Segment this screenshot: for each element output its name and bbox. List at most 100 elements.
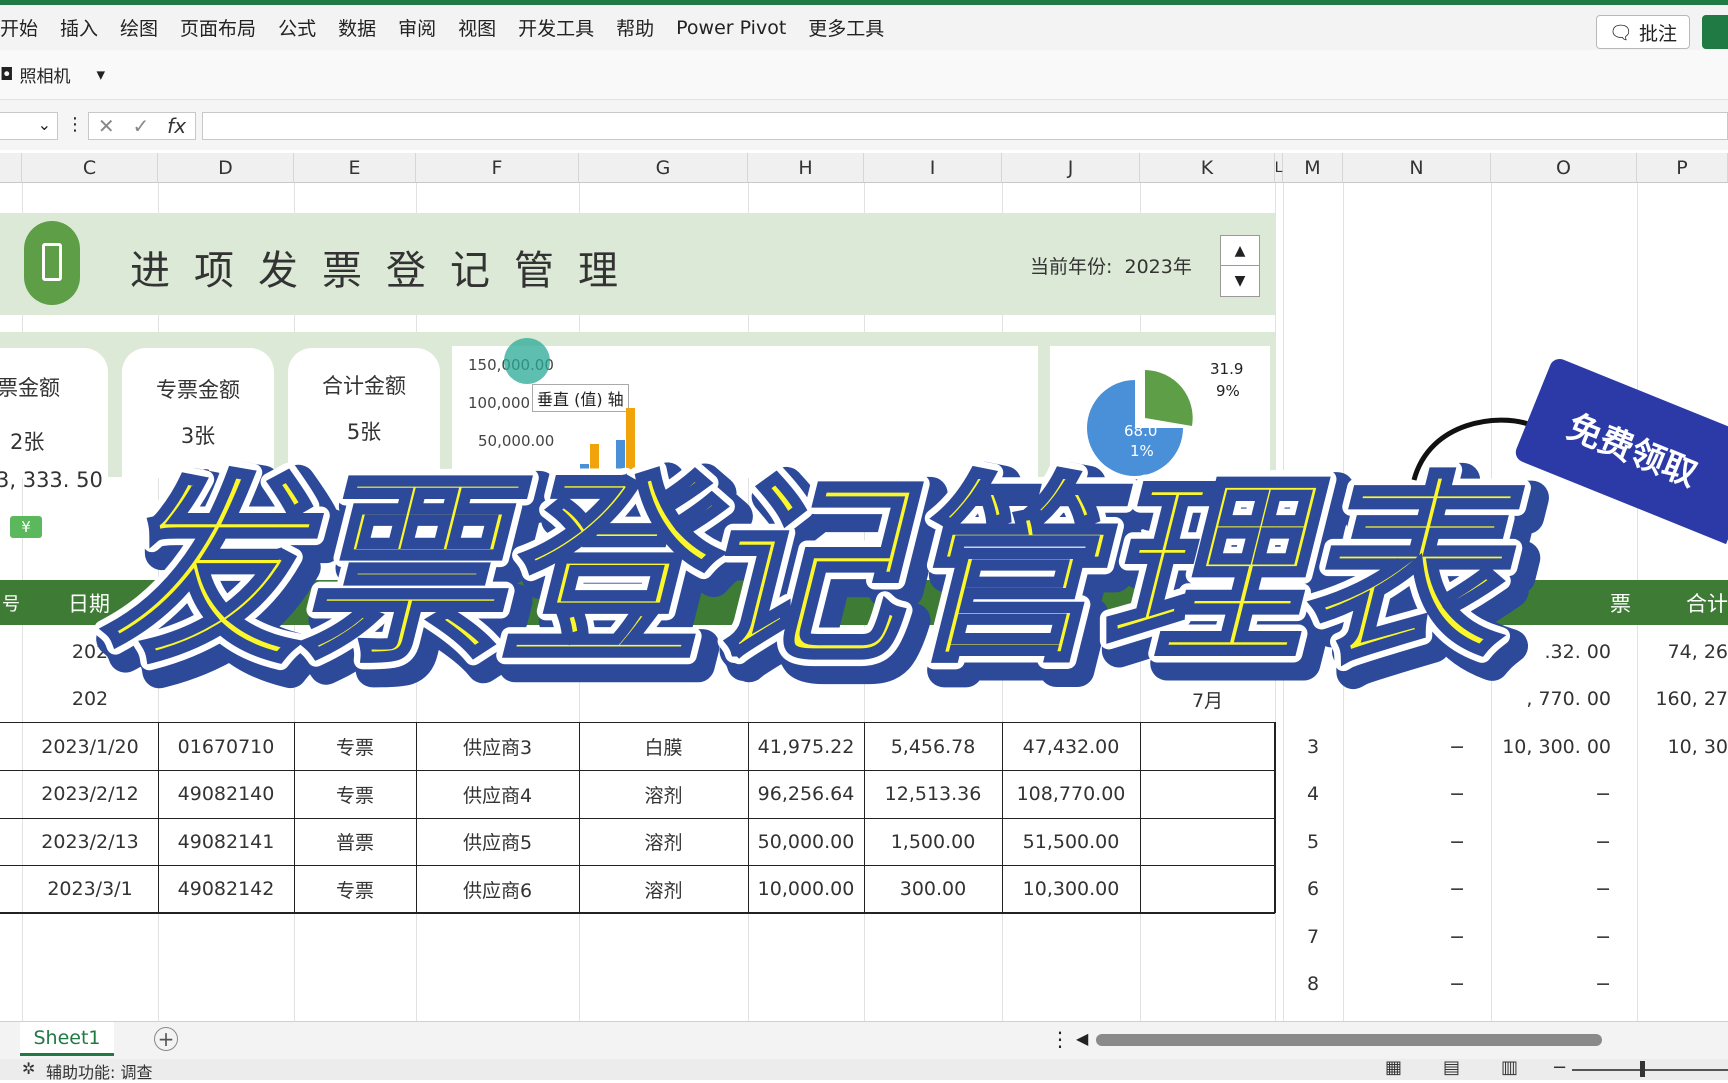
zoom-thumb[interactable] xyxy=(1640,1061,1645,1077)
tab-more-tools[interactable]: 更多工具 xyxy=(808,14,884,41)
summary-cell-o[interactable]: 10, 300. 00 xyxy=(1491,723,1637,770)
table-cell-item[interactable]: 溶剂 xyxy=(579,866,748,913)
table-cell-supplier[interactable]: 供应商3 xyxy=(416,723,579,770)
summary-cell-p[interactable] xyxy=(1637,771,1728,818)
table-cell-amount[interactable]: 10,000.00 xyxy=(748,866,864,913)
zoom-slider[interactable] xyxy=(1572,1069,1728,1071)
column-header-d[interactable]: D xyxy=(158,153,294,183)
column-header-n[interactable]: N xyxy=(1343,153,1491,183)
table-cell-tax[interactable]: 5,456.78 xyxy=(864,723,1002,770)
table-cell-date[interactable]: 2023/2/12 xyxy=(22,771,158,818)
cancel-icon[interactable]: ✕ xyxy=(98,114,115,138)
summary-cell-num[interactable] xyxy=(1283,676,1343,723)
tab-view[interactable]: 视图 xyxy=(458,14,496,41)
summary-cell-n[interactable]: − xyxy=(1343,866,1491,913)
tab-page-layout[interactable]: 页面布局 xyxy=(180,14,256,41)
table-cell-type[interactable]: 普票 xyxy=(294,818,416,865)
summary-cell-o[interactable]: − xyxy=(1491,771,1637,818)
table-cell-amount[interactable] xyxy=(748,628,864,675)
table-cell-total[interactable] xyxy=(1002,676,1140,723)
table-cell-type[interactable]: 专票 xyxy=(294,723,416,770)
table-cell-month[interactable] xyxy=(1140,628,1275,675)
table-cell-item[interactable]: 溶剂 xyxy=(579,818,748,865)
summary-cell-n[interactable]: − xyxy=(1343,913,1491,960)
table-cell-date[interactable]: 2023/3/1 xyxy=(22,866,158,913)
add-sheet-icon[interactable]: + xyxy=(154,1027,178,1051)
zoom-out-icon[interactable]: − xyxy=(1552,1057,1567,1078)
tab-data[interactable]: 数据 xyxy=(338,14,376,41)
table-cell-item[interactable]: 溶剂 xyxy=(579,771,748,818)
chevron-down-icon[interactable]: ▾ xyxy=(96,65,105,85)
summary-cell-p[interactable]: 160, 27 xyxy=(1637,676,1728,723)
table-cell-no[interactable]: 49082142 xyxy=(158,866,294,913)
table-cell-total[interactable] xyxy=(1002,628,1140,675)
table-cell-tax[interactable] xyxy=(864,628,1002,675)
summary-cell-n[interactable] xyxy=(1343,628,1491,675)
column-header-e[interactable]: E xyxy=(294,153,416,183)
normal-view-icon[interactable]: ▦ xyxy=(1385,1057,1402,1078)
table-cell-date[interactable]: 202 xyxy=(22,628,158,675)
tab-formulas[interactable]: 公式 xyxy=(278,14,316,41)
summary-cell-num[interactable]: 4 xyxy=(1283,771,1343,818)
table-cell-type[interactable] xyxy=(294,676,416,723)
camera-label[interactable]: 照相机 xyxy=(19,62,70,87)
tab-insert[interactable]: 插入 xyxy=(60,14,98,41)
name-box[interactable]: ⌄ xyxy=(0,112,58,140)
table-cell-tax[interactable] xyxy=(864,676,1002,723)
table-cell-tax[interactable]: 300.00 xyxy=(864,866,1002,913)
table-cell-total[interactable]: 10,300.00 xyxy=(1002,866,1140,913)
tab-home[interactable]: 开始 xyxy=(0,14,38,41)
table-cell-month[interactable] xyxy=(1140,771,1275,818)
table-cell-supplier[interactable]: 供应商4 xyxy=(416,771,579,818)
table-cell-item[interactable] xyxy=(579,628,748,675)
column-header-l[interactable]: L xyxy=(1275,153,1283,183)
table-cell-amount[interactable] xyxy=(748,676,864,723)
summary-cell-o[interactable]: , 770. 00 xyxy=(1491,676,1637,723)
page-break-icon[interactable]: ▥ xyxy=(1501,1057,1518,1078)
tab-draw[interactable]: 绘图 xyxy=(120,14,158,41)
table-cell-amount[interactable]: 96,256.64 xyxy=(748,771,864,818)
column-header-m[interactable]: M xyxy=(1283,153,1343,183)
summary-cell-o[interactable]: − xyxy=(1491,866,1637,913)
summary-cell-num[interactable]: 7 xyxy=(1283,913,1343,960)
column-header-h[interactable]: H xyxy=(748,153,864,183)
summary-cell-o[interactable]: − xyxy=(1491,818,1637,865)
column-header-i[interactable]: I xyxy=(864,153,1002,183)
column-header-g[interactable]: G xyxy=(579,153,748,183)
summary-cell-o[interactable]: − xyxy=(1491,961,1637,1008)
formula-input[interactable] xyxy=(202,112,1728,140)
table-cell-total[interactable]: 47,432.00 xyxy=(1002,723,1140,770)
column-header-o[interactable]: O xyxy=(1491,153,1637,183)
table-cell-total[interactable]: 108,770.00 xyxy=(1002,771,1140,818)
summary-cell-n[interactable]: − xyxy=(1343,771,1491,818)
table-cell-month[interactable] xyxy=(1140,866,1275,913)
table-cell-date[interactable]: 2023/1/20 xyxy=(22,723,158,770)
camera-icon[interactable]: ◘ xyxy=(0,65,13,85)
table-cell-amount[interactable]: 50,000.00 xyxy=(748,818,864,865)
table-cell-tax[interactable]: 1,500.00 xyxy=(864,818,1002,865)
column-header-j[interactable]: J xyxy=(1002,153,1140,183)
tab-review[interactable]: 审阅 xyxy=(398,14,436,41)
table-cell-month[interactable] xyxy=(1140,723,1275,770)
summary-cell-num[interactable]: 8 xyxy=(1283,961,1343,1008)
summary-cell-n[interactable]: − xyxy=(1343,818,1491,865)
spin-down-icon[interactable]: ▼ xyxy=(1221,266,1259,296)
summary-cell-n[interactable]: − xyxy=(1343,961,1491,1008)
table-cell-supplier[interactable] xyxy=(416,628,579,675)
horizontal-scrollbar[interactable] xyxy=(1096,1034,1602,1046)
table-cell-no[interactable]: 49082140 xyxy=(158,771,294,818)
tab-help[interactable]: 帮助 xyxy=(616,14,654,41)
more-icon[interactable]: ⋮ xyxy=(66,114,84,135)
summary-cell-p[interactable] xyxy=(1637,818,1728,865)
table-cell-tax[interactable]: 12,513.36 xyxy=(864,771,1002,818)
summary-cell-num[interactable]: 3 xyxy=(1283,723,1343,770)
comment-button[interactable]: 🗨 批注 xyxy=(1595,15,1690,49)
summary-cell-n[interactable]: − xyxy=(1343,723,1491,770)
summary-cell-num[interactable] xyxy=(1283,628,1343,675)
table-cell-type[interactable]: 专票 xyxy=(294,771,416,818)
status-text[interactable]: 辅助功能: 调查 xyxy=(46,1059,152,1083)
column-header-b[interactable] xyxy=(0,153,22,183)
summary-cell-p[interactable] xyxy=(1637,866,1728,913)
more-icon[interactable]: ⋮ xyxy=(1050,1027,1070,1051)
table-cell-type[interactable] xyxy=(294,628,416,675)
